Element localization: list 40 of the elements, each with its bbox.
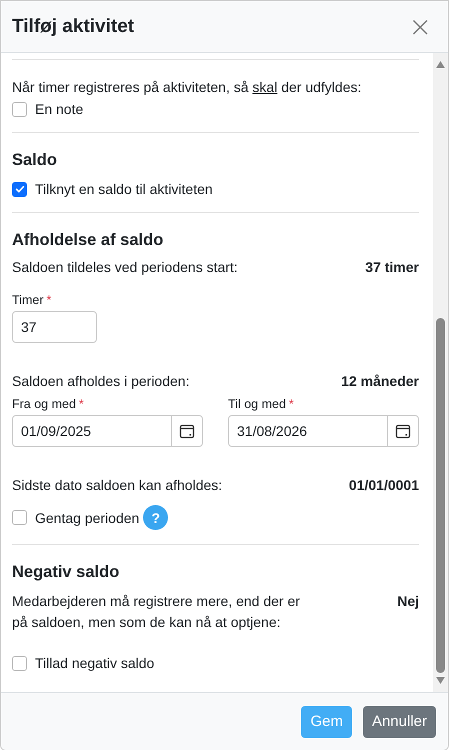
check-icon	[14, 183, 26, 195]
checkbox-label: En note	[35, 101, 84, 117]
checkbox-label: Gentag perioden	[35, 510, 140, 526]
dialog-title: Tilføj aktivitet	[12, 16, 134, 38]
field-label: Til og med	[228, 397, 286, 411]
calendar-icon	[395, 423, 411, 439]
section-heading: Saldo	[12, 151, 58, 170]
dialog-button[interactable]: Annuller	[362, 706, 436, 738]
field-label: Fra og med	[12, 397, 76, 411]
hours-input[interactable]: 37	[12, 311, 97, 343]
close-button[interactable]: ×	[404, 12, 436, 40]
field-value: Nej	[397, 592, 419, 611]
checkbox[interactable]	[12, 510, 27, 525]
date-field[interactable]: 01/09/2025	[12, 415, 203, 447]
required-marker: *	[288, 397, 294, 411]
field-label: Saldoen afholdes i perioden:	[12, 373, 190, 389]
section-heading: Negativ saldo	[12, 563, 120, 582]
scrollbar[interactable]	[433, 53, 448, 692]
calendar-icon	[179, 423, 195, 439]
field-label: Medarbejderen må registrere mere, end der er på saldoen, men som de kan nå at optjene:	[12, 592, 301, 632]
field-label: Sidste dato saldoen kan afholdes:	[12, 477, 222, 493]
date-field[interactable]: 31/08/2026	[228, 415, 419, 447]
field-value: 37 timer	[365, 259, 419, 275]
field-label: Timer	[12, 293, 44, 307]
field-value: 01/01/0001	[348, 477, 419, 493]
checkbox-label: Tillad negativ saldo	[35, 655, 154, 671]
checkbox-label: Tilknyt en saldo til aktiviteten	[35, 181, 213, 197]
date-input[interactable]: 31/08/2026	[229, 416, 387, 446]
checkbox[interactable]	[12, 102, 27, 116]
date-input[interactable]: 01/09/2025	[13, 416, 171, 446]
checkbox[interactable]	[12, 656, 27, 670]
instruction-text: Når timer registreres på aktiviteten, så skal der udfyldes:	[12, 79, 362, 96]
required-marker: *	[78, 397, 84, 411]
required-marker: *	[46, 293, 52, 307]
field-label: Saldoen tildeles ved periodens start:	[12, 259, 238, 275]
checkbox[interactable]	[12, 182, 27, 196]
scroll-down-icon[interactable]	[436, 677, 445, 684]
section-heading: Afholdelse af saldo	[12, 231, 164, 250]
scroll-up-icon[interactable]	[436, 61, 445, 68]
field-value: 12 måneder	[341, 373, 419, 389]
